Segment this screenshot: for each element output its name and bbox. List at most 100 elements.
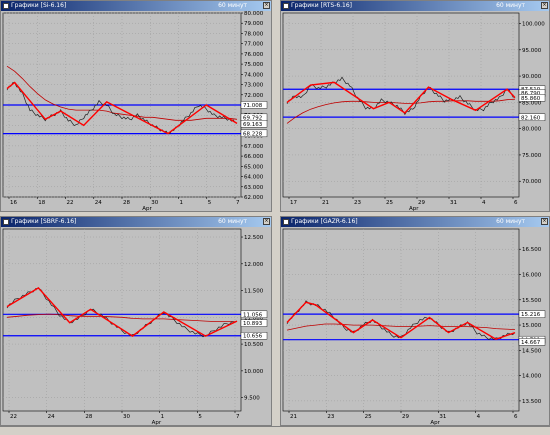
x-tick-label: 25 — [386, 200, 393, 206]
y-tick-label: 15.000 — [522, 323, 542, 329]
close-icon[interactable]: × — [263, 218, 270, 225]
y-tick-label: 75.000 — [244, 62, 264, 68]
x-tick-label: 16 — [10, 200, 17, 206]
rts-titlebar[interactable]: Графики [RTS-6.16] 60 минут × — [281, 1, 549, 11]
x-tick-label: 5 — [208, 200, 212, 206]
x-tick-label: 1 — [161, 414, 165, 420]
x-tick-label: 18 — [38, 200, 45, 206]
y-tick-label: 75.000 — [522, 153, 542, 159]
x-tick-label: 21 — [290, 414, 297, 420]
x-tick-label: 30 — [123, 414, 130, 420]
y-tick-label: 74.000 — [244, 72, 264, 78]
x-tick-label: 28 — [123, 200, 130, 206]
y-tick-label: 10.500 — [244, 342, 264, 348]
price-badge-label: 71.008 — [243, 103, 263, 109]
y-tick-label: 76.000 — [244, 52, 264, 58]
y-tick-label: 80.000 — [522, 127, 542, 133]
close-icon[interactable]: × — [541, 2, 548, 9]
rts-chart-window[interactable]: Графики [RTS-6.16] 60 минут × 100.000 95.… — [280, 0, 550, 212]
x-tick-label: 21 — [322, 200, 329, 206]
y-tick-label: 12.500 — [244, 235, 264, 241]
x-tick-label: 23 — [327, 414, 334, 420]
x-tick-label: 4 — [482, 200, 486, 206]
x-tick-label: 5 — [198, 414, 202, 420]
x-tick-label: 1 — [180, 200, 184, 206]
y-tick-label: 14.500 — [522, 348, 542, 354]
y-tick-label: 14.000 — [522, 374, 542, 380]
sbrf-title: Графики [SBRF-6.16] — [11, 218, 77, 225]
price-badge-label: 85.860 — [521, 96, 541, 102]
close-icon[interactable]: × — [541, 218, 548, 225]
price-badge-label: 14.667 — [521, 340, 541, 346]
x-tick-label: 7 — [236, 200, 240, 206]
y-tick-label: 16.000 — [522, 273, 542, 279]
y-tick-label: 100.000 — [522, 22, 545, 28]
price-badge-label: 82.160 — [521, 115, 541, 121]
x-tick-label: 6 — [514, 200, 518, 206]
sbrf-timeframe: 60 минут — [218, 218, 247, 225]
y-tick-label: 15.500 — [522, 298, 542, 304]
y-tick-label: 13.500 — [522, 399, 542, 405]
y-tick-label: 16.500 — [522, 247, 542, 253]
y-tick-label: 79.000 — [244, 21, 264, 27]
y-tick-label: 65.000 — [244, 164, 264, 170]
rts-timeframe: 60 минут — [496, 2, 525, 9]
x-tick-label: 7 — [236, 414, 240, 420]
y-tick-label: 72.000 — [244, 93, 264, 99]
chart-window-icon — [283, 2, 289, 9]
sbrf-titlebar[interactable]: Графики [SBRF-6.16] 60 минут × — [1, 217, 271, 227]
price-badge-label: 10.656 — [243, 334, 263, 340]
gazr-titlebar[interactable]: Графики [GAZR-6.16] 60 минут × — [281, 217, 549, 227]
x-tick-label: 23 — [354, 200, 361, 206]
gazr-chart-window[interactable]: Графики [GAZR-6.16] 60 минут × 16.500 16.… — [280, 216, 550, 426]
x-tick-label: 28 — [85, 414, 92, 420]
price-badge-label: 15.216 — [521, 312, 541, 318]
y-tick-label: 78.000 — [244, 31, 264, 37]
price-badge-label: 10.893 — [243, 321, 263, 327]
price-badge-label: 69.163 — [243, 122, 263, 128]
gazr-timeframe: 60 минут — [496, 218, 525, 225]
y-tick-label: 70.000 — [522, 179, 542, 185]
y-tick-label: 62.000 — [244, 195, 264, 201]
y-tick-label: 12.000 — [244, 262, 264, 268]
x-tick-label: 22 — [10, 414, 17, 420]
x-tick-label: 4 — [477, 414, 481, 420]
x-month-label: Apr — [142, 206, 152, 211]
chart-window-icon — [3, 218, 9, 225]
sbrf-chart-window[interactable]: Графики [SBRF-6.16] 60 минут × 12.500 12.… — [0, 216, 272, 426]
y-tick-label: 95.000 — [522, 48, 542, 54]
x-tick-label: 22 — [67, 200, 74, 206]
x-tick-label: 25 — [365, 414, 372, 420]
gazr-title: Графики [GAZR-6.16] — [291, 218, 358, 225]
x-tick-label: 6 — [514, 414, 518, 420]
x-month-label: Apr — [152, 420, 162, 425]
x-month-label: Apr — [409, 206, 419, 211]
x-tick-label: 24 — [48, 414, 55, 420]
x-tick-label: 30 — [151, 200, 158, 206]
x-month-label: Apr — [430, 420, 440, 425]
si-title: Графики [Si-6.16] — [11, 2, 67, 9]
close-icon[interactable]: × — [263, 2, 270, 9]
si-timeframe: 60 минут — [218, 2, 247, 9]
si-chart-window[interactable]: Графики [Si-6.16] 60 минут × 80.000 79.00… — [0, 0, 272, 212]
x-tick-label: 29 — [418, 200, 425, 206]
y-tick-label: 11.500 — [244, 289, 264, 295]
sbrf-chart[interactable]: 12.50012.00011.50011.00010.50010.0009.50… — [1, 227, 271, 425]
si-titlebar[interactable]: Графики [Si-6.16] 60 минут × — [1, 1, 271, 11]
price-badge-label: 11.056 — [243, 312, 263, 318]
gazr-chart[interactable]: 16.500 16.000 15.500 15.000 14.500 14.000 13.5… — [281, 227, 549, 425]
rts-title: Графики [RTS-6.16] — [291, 2, 353, 9]
x-tick-label: 29 — [402, 414, 409, 420]
si-chart[interactable]: 80.000 79.000 78.000 77.000 76.000 75.000 74.0… — [1, 11, 271, 211]
y-tick-label: 77.000 — [244, 42, 264, 48]
chart-window-icon — [3, 2, 9, 9]
x-tick-label: 31 — [439, 414, 446, 420]
rts-chart[interactable]: 100.00095.00090.00085.00080.00075.00070.… — [281, 11, 549, 211]
y-tick-label: 64.000 — [244, 175, 264, 181]
y-tick-label: 90.000 — [522, 74, 542, 80]
x-tick-label: 24 — [95, 200, 102, 206]
y-tick-label: 63.000 — [244, 185, 264, 191]
y-tick-label: 80.000 — [244, 11, 264, 17]
price-badge-label: 68.228 — [243, 131, 263, 137]
x-tick-label: 17 — [290, 200, 297, 206]
